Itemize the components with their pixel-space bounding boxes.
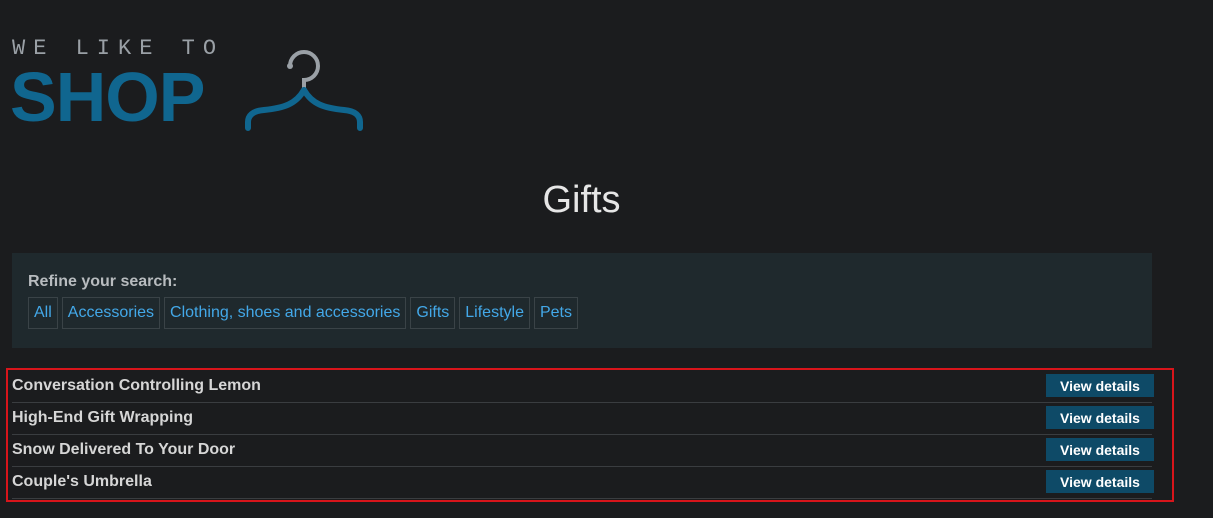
- product-name: Couple's Umbrella: [12, 473, 152, 490]
- refine-search-panel: Refine your search: All Accessories Clot…: [12, 253, 1152, 348]
- product-row: High-End Gift Wrapping View details: [12, 402, 1154, 435]
- product-row: Couple's Umbrella View details: [12, 466, 1154, 499]
- logo-tagline: WE LIKE TO: [12, 36, 225, 61]
- logo-wordmark: SHOP: [10, 58, 205, 136]
- filter-pets[interactable]: Pets: [533, 297, 578, 329]
- filter-accessories[interactable]: Accessories: [61, 297, 161, 329]
- site-logo[interactable]: WE LIKE TO SHOP: [10, 36, 372, 138]
- filter-all[interactable]: All: [28, 297, 58, 329]
- filter-clothing[interactable]: Clothing, shoes and accessories: [164, 297, 407, 329]
- product-list: Conversation Controlling Lemon View deta…: [6, 368, 1174, 502]
- product-name: Snow Delivered To Your Door: [12, 441, 236, 458]
- view-details-button[interactable]: View details: [1046, 470, 1154, 493]
- refine-label: Refine your search:: [28, 273, 178, 290]
- product-name: High-End Gift Wrapping: [12, 409, 194, 426]
- filter-gifts[interactable]: Gifts: [410, 297, 456, 329]
- view-details-button[interactable]: View details: [1046, 374, 1154, 397]
- filter-lifestyle[interactable]: Lifestyle: [459, 297, 530, 329]
- category-filters: All Accessories Clothing, shoes and acce…: [28, 297, 578, 329]
- view-details-button[interactable]: View details: [1046, 406, 1154, 429]
- product-row: Snow Delivered To Your Door View details: [12, 434, 1154, 467]
- product-row: Conversation Controlling Lemon View deta…: [12, 370, 1154, 403]
- page-title: Gifts: [542, 179, 621, 221]
- view-details-button[interactable]: View details: [1046, 438, 1154, 461]
- product-name: Conversation Controlling Lemon: [12, 377, 261, 394]
- hanger-icon: [245, 50, 363, 131]
